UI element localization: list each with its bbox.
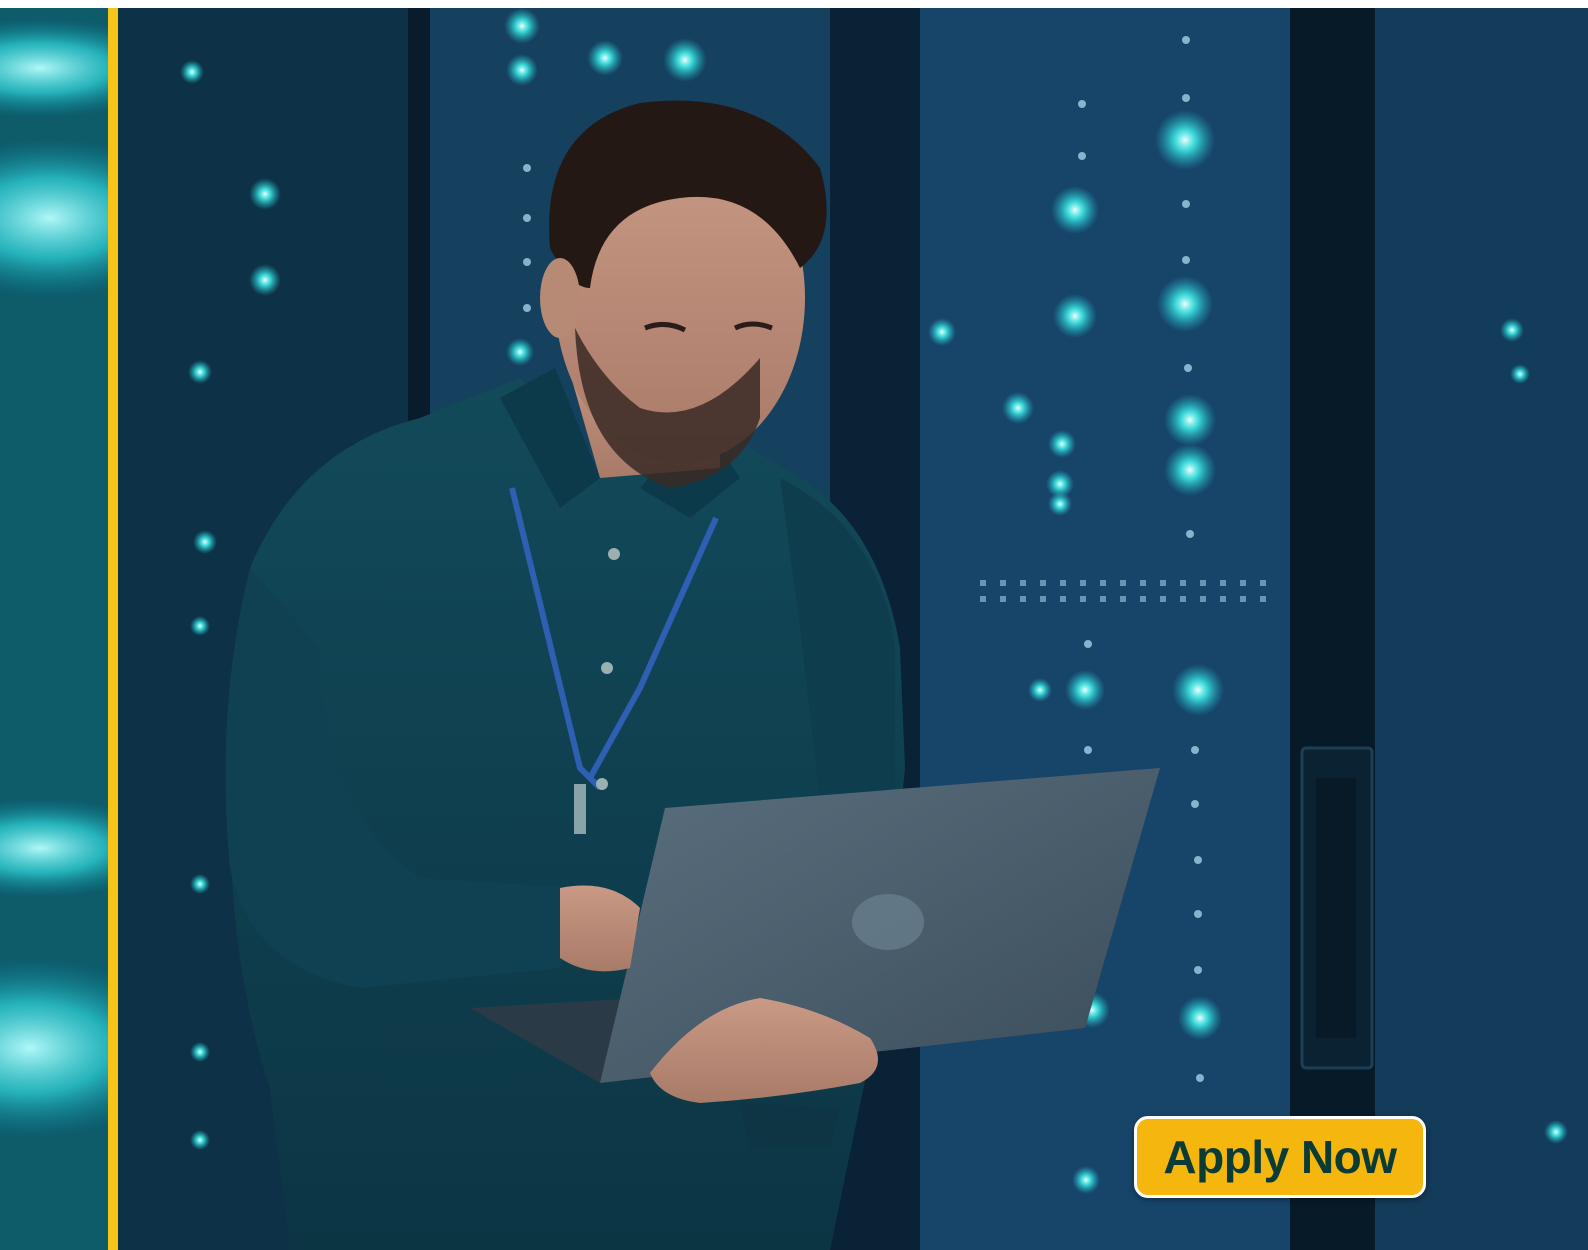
yellow-accent-line (108, 8, 118, 1250)
apply-now-button[interactable]: Apply Now (1134, 1116, 1426, 1198)
hero-image (0, 8, 1588, 1250)
hero-banner: Apply Now (0, 8, 1588, 1250)
